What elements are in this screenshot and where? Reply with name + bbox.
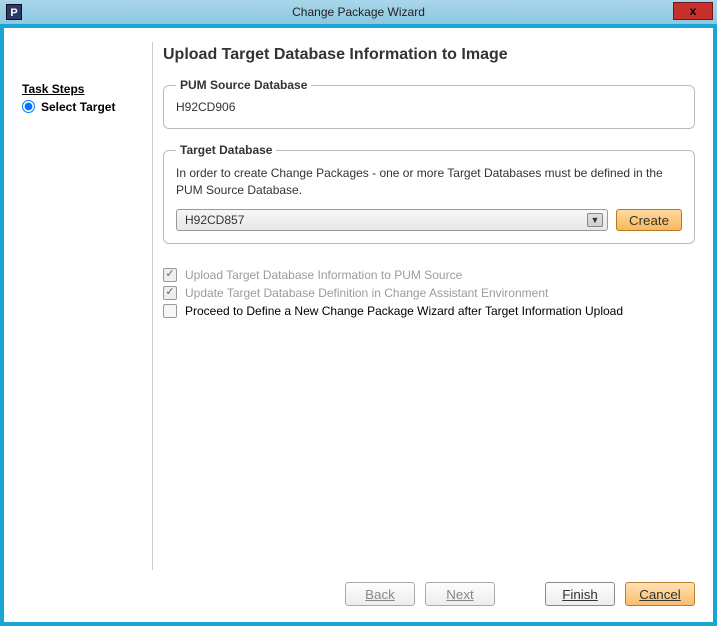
next-button: Next — [425, 582, 495, 606]
close-button[interactable]: x — [673, 2, 713, 20]
task-steps-sidebar: Task Steps Select Target — [22, 42, 152, 570]
target-database-select[interactable]: H92CD857 ▼ — [176, 209, 608, 231]
step-radio-select-target[interactable] — [22, 100, 35, 113]
main-content: Upload Target Database Information to Im… — [163, 42, 695, 570]
wizard-frame: Task Steps Select Target Upload Target D… — [4, 28, 713, 622]
window-title: Change Package Wizard — [0, 5, 717, 19]
target-database-selected: H92CD857 — [185, 213, 244, 227]
option-update-definition: Update Target Database Definition in Cha… — [163, 286, 695, 300]
option-label: Upload Target Database Information to PU… — [185, 268, 462, 282]
create-button[interactable]: Create — [616, 209, 682, 231]
page-title: Upload Target Database Information to Im… — [163, 46, 695, 64]
task-steps-heading: Task Steps — [22, 82, 152, 96]
back-button: Back — [345, 582, 415, 606]
pum-source-legend: PUM Source Database — [176, 78, 311, 92]
option-label: Proceed to Define a New Change Package W… — [185, 304, 623, 318]
pum-source-value: H92CD906 — [176, 98, 682, 116]
option-label: Update Target Database Definition in Cha… — [185, 286, 548, 300]
target-database-legend: Target Database — [176, 143, 276, 157]
target-database-group: Target Database In order to create Chang… — [163, 143, 695, 244]
checkbox-icon — [163, 268, 177, 282]
step-label: Select Target — [41, 100, 115, 114]
pum-source-group: PUM Source Database H92CD906 — [163, 78, 695, 129]
option-upload-target-info: Upload Target Database Information to PU… — [163, 268, 695, 282]
cancel-button[interactable]: Cancel — [625, 582, 695, 606]
checkbox-icon[interactable] — [163, 304, 177, 318]
finish-button[interactable]: Finish — [545, 582, 615, 606]
divider — [152, 42, 153, 570]
title-bar: P Change Package Wizard x — [0, 0, 717, 24]
checkbox-icon — [163, 286, 177, 300]
target-database-description: In order to create Change Packages - one… — [176, 165, 682, 199]
step-select-target[interactable]: Select Target — [22, 98, 152, 115]
options-list: Upload Target Database Information to PU… — [163, 264, 695, 322]
chevron-down-icon: ▼ — [587, 213, 603, 227]
option-proceed-new-package[interactable]: Proceed to Define a New Change Package W… — [163, 304, 695, 318]
wizard-footer: Back Next Finish Cancel — [22, 570, 695, 606]
